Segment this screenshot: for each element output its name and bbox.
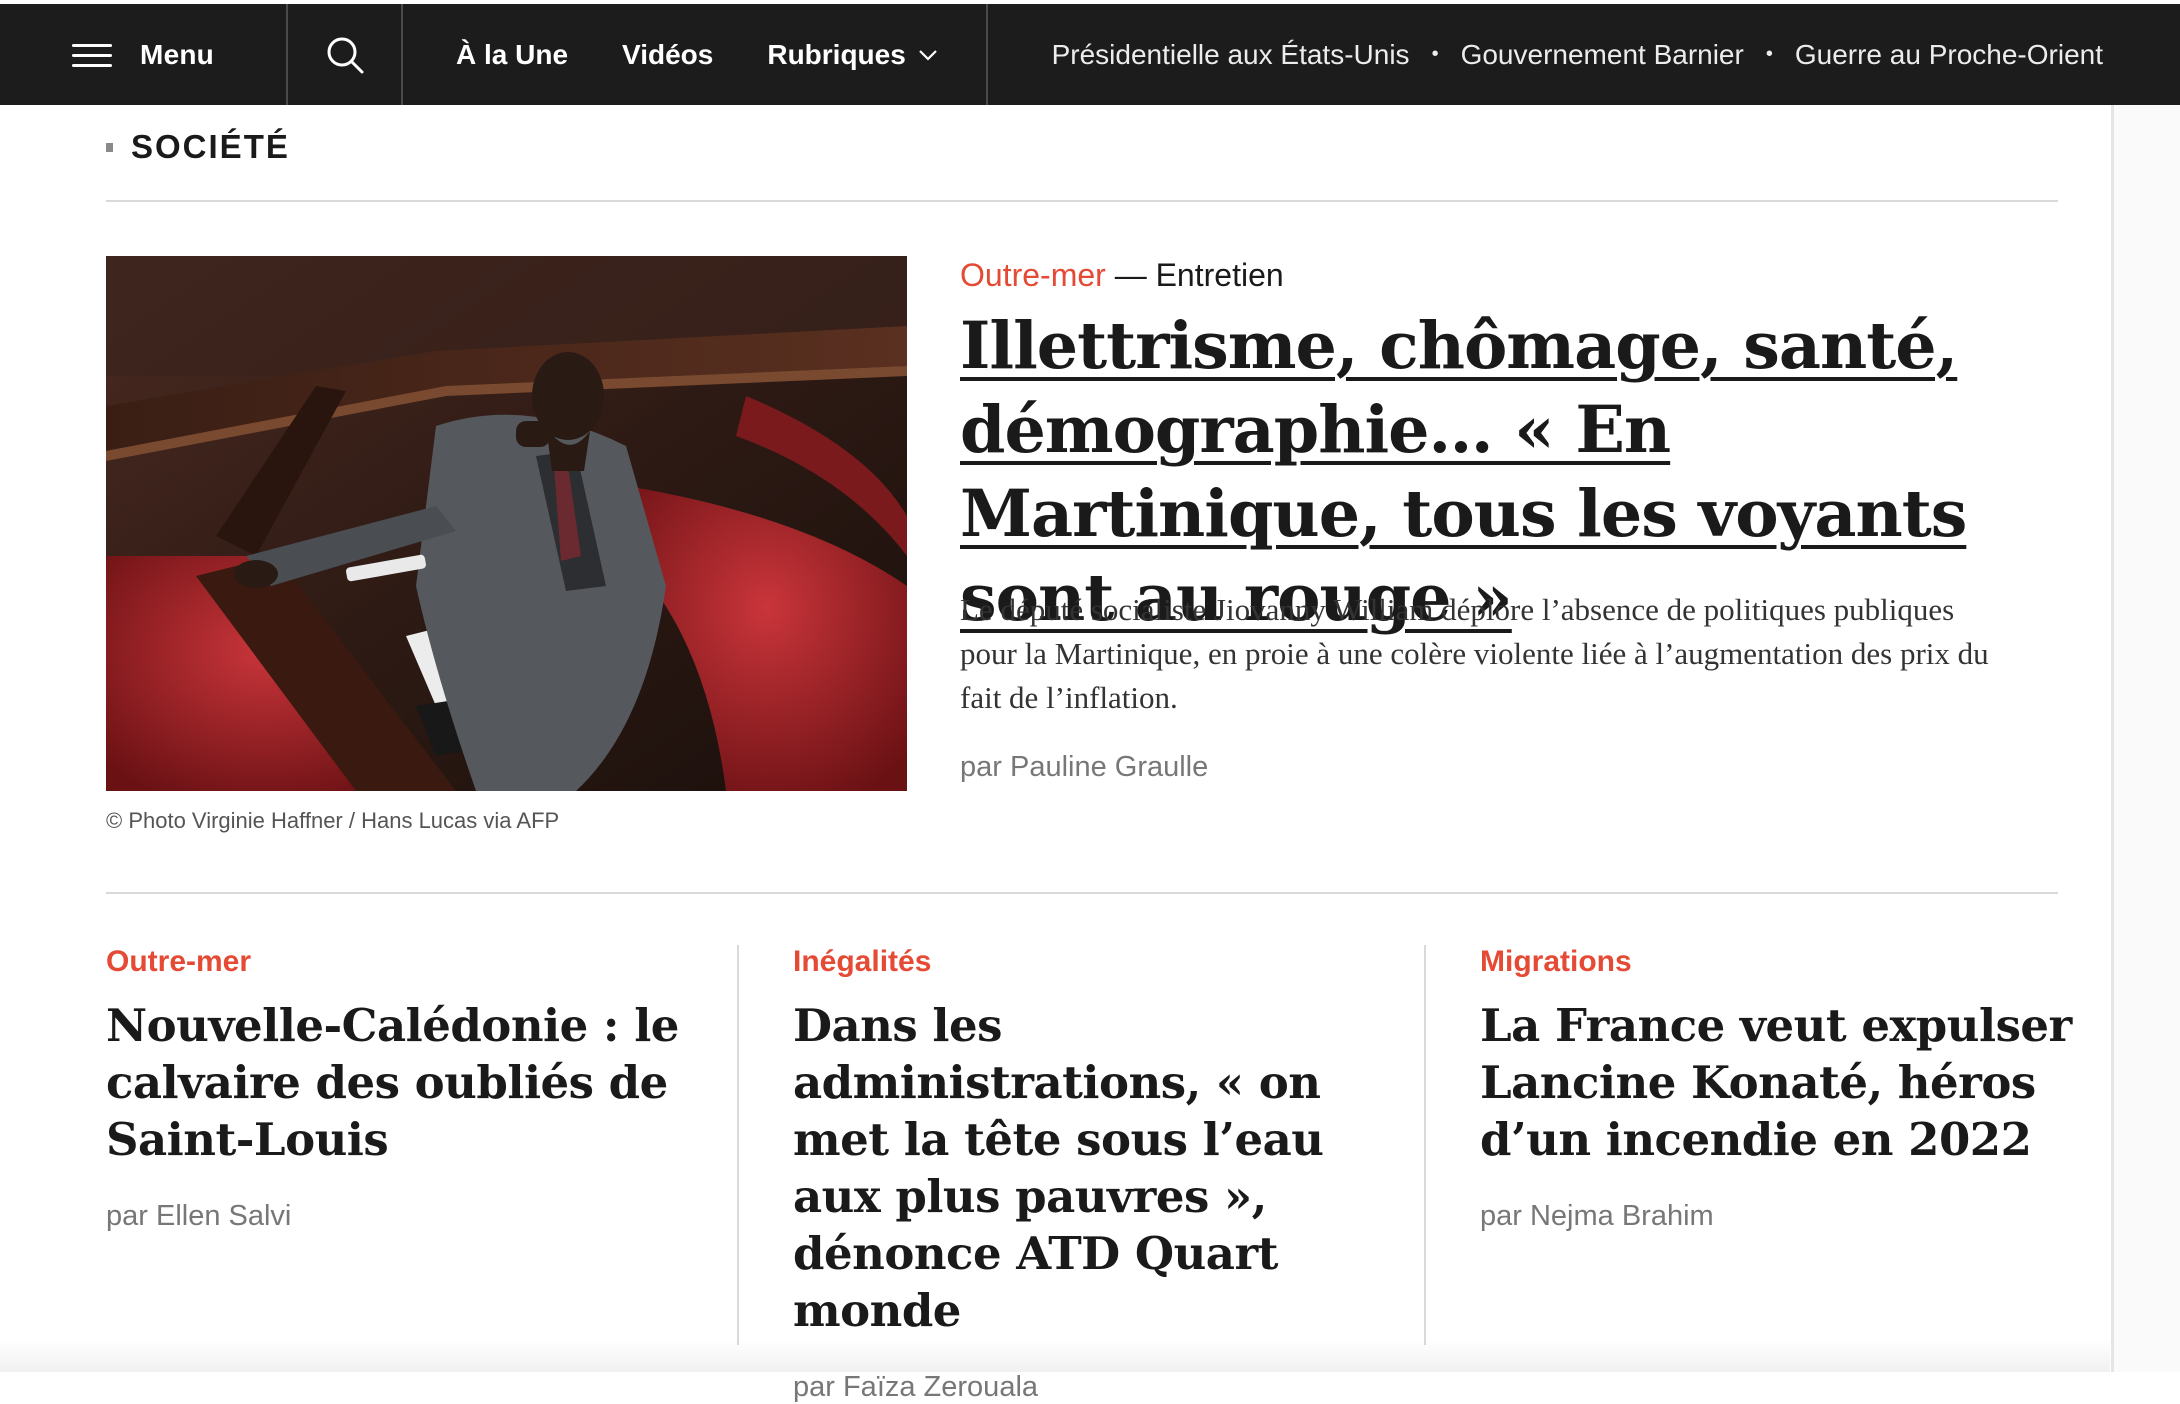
top-navigation-bar: Menu À la Une Vidéos Rubriques Président… — [0, 4, 2180, 105]
divider — [106, 892, 2058, 894]
search-icon — [327, 37, 363, 73]
card-category-link[interactable]: Outre-mer — [106, 945, 706, 979]
hero-photo-illustration — [106, 256, 907, 791]
bullet-separator-icon: • — [1765, 43, 1773, 65]
section-header: SOCIÉTÉ — [106, 128, 290, 166]
card-byline: par Faïza Zerouala — [793, 1371, 1039, 1403]
menu-button[interactable]: Menu — [0, 4, 288, 105]
card-headline-link[interactable]: Dans les administrations, « on met la tê… — [793, 997, 1393, 1339]
menu-label: Menu — [140, 38, 214, 70]
section-marker-icon — [106, 142, 113, 152]
page-edge — [2111, 105, 2114, 1372]
main-nav-links: À la Une Vidéos Rubriques — [456, 4, 992, 105]
card-headline-link[interactable]: Nouvelle-Calédonie : le calvaire des oub… — [106, 997, 706, 1168]
divider — [106, 200, 2058, 202]
card-category-link[interactable]: Inégalités — [793, 945, 1393, 979]
featured-article-photo[interactable] — [106, 256, 907, 791]
nav-link-rubriques[interactable]: Rubriques — [767, 39, 937, 71]
bullet-separator-icon: • — [1431, 43, 1439, 65]
hamburger-icon — [72, 42, 113, 68]
column-divider — [737, 945, 739, 1345]
nav-divider — [986, 4, 988, 105]
article-card: Migrations La France veut expulser Lanci… — [1480, 945, 2080, 1233]
chevron-down-icon — [919, 49, 937, 61]
photo-credit: © Photo Virginie Haffner / Hans Lucas vi… — [106, 808, 560, 833]
featured-byline: par Pauline Graulle — [960, 751, 1209, 783]
featured-category-link[interactable]: Outre-mer — [960, 257, 1106, 293]
trending-link[interactable]: Présidentielle aux États-Unis — [1052, 39, 1410, 71]
trending-topics: Présidentielle aux États-Unis • Gouverne… — [1052, 4, 2103, 105]
trending-link[interactable]: Guerre au Proche-Orient — [1795, 39, 2103, 71]
bottom-shadow — [0, 1340, 2110, 1372]
nav-link-a-la-une[interactable]: À la Une — [456, 39, 568, 71]
card-byline: par Ellen Salvi — [106, 1200, 292, 1232]
trending-link[interactable]: Gouvernement Barnier — [1461, 39, 1744, 71]
section-title: SOCIÉTÉ — [131, 128, 290, 165]
nav-link-videos[interactable]: Vidéos — [622, 39, 713, 71]
featured-standfirst: Le député socialiste Jiovanny William dé… — [960, 592, 1989, 715]
card-headline-link[interactable]: La France veut expulser Lancine Konaté, … — [1480, 997, 2080, 1168]
page-margin — [2114, 105, 2180, 1372]
search-button[interactable] — [288, 4, 403, 105]
card-byline: par Nejma Brahim — [1480, 1200, 1714, 1232]
featured-kicker-line: Outre-mer — Entretien — [960, 257, 1284, 294]
featured-article-type: — Entretien — [1114, 257, 1284, 293]
card-category-link[interactable]: Migrations — [1480, 945, 2080, 979]
nav-link-rubriques-label: Rubriques — [767, 38, 906, 70]
column-divider — [1424, 945, 1426, 1345]
article-card: Outre-mer Nouvelle-Calédonie : le calvai… — [106, 945, 706, 1233]
article-card: Inégalités Dans les administrations, « o… — [793, 945, 1393, 1404]
